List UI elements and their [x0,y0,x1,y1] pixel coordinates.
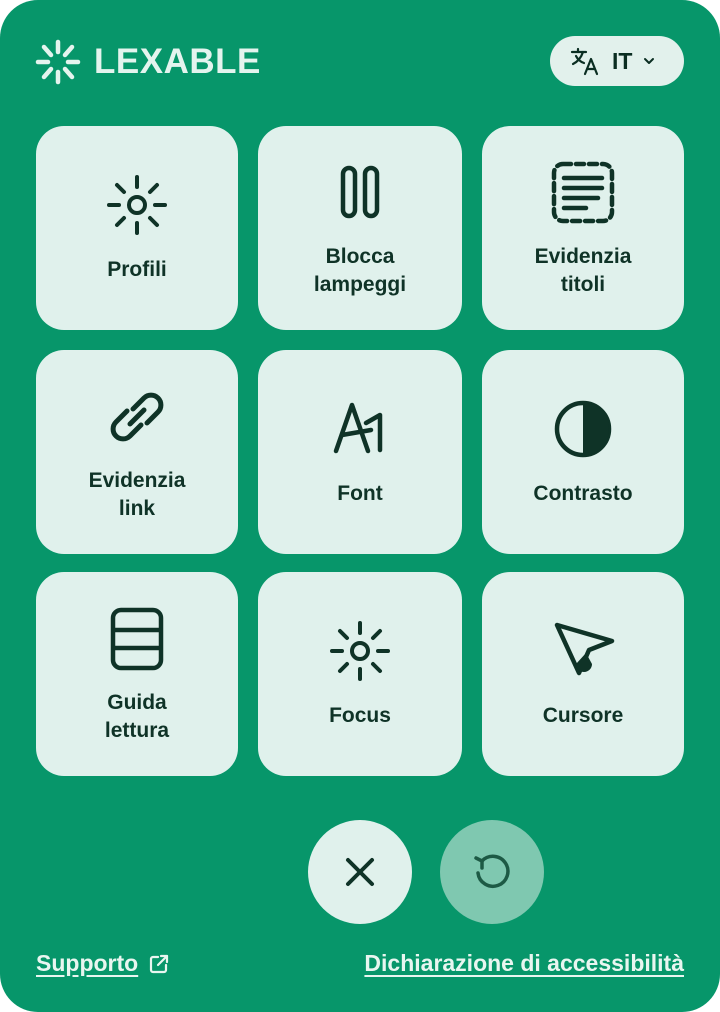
tile-label: Evidenzia titoli [534,245,632,296]
tile-profili[interactable]: Profili [36,126,238,330]
tile-cursore[interactable]: Cursore [482,572,684,776]
close-icon [346,858,374,886]
sun-icon [330,621,390,681]
link-icon [110,392,164,442]
reading-guide-icon [110,607,164,671]
tile-label: Focus [329,704,391,727]
language-selector[interactable]: IT [550,36,684,86]
support-link[interactable]: Supporto [36,950,170,977]
tile-label: Font [337,482,383,505]
reset-button[interactable] [440,820,544,924]
tile-label: Contrasto [533,482,633,505]
tile-contrasto[interactable]: Contrasto [482,350,684,554]
accessibility-panel: LEXABLE IT Profili Blocca lampeggi Evide… [0,0,720,1012]
sun-icon [107,175,167,235]
tile-font[interactable]: Font [258,350,462,554]
accessibility-declaration-link[interactable]: Dichiarazione di accessibilità [364,950,684,977]
close-button[interactable] [308,820,412,924]
tile-blocca-lampeggi[interactable]: Blocca lampeggi [258,126,462,330]
tile-label: Profili [107,258,167,281]
contrast-icon [554,400,612,458]
reset-icon [474,854,510,889]
tile-focus[interactable]: Focus [258,572,462,776]
font-icon [333,402,383,454]
external-link-icon [150,954,169,973]
support-label: Supporto [36,950,139,976]
tile-label: Blocca lampeggi [313,245,407,296]
heading-highlight-icon [551,161,615,224]
tile-label: Guida lettura [104,691,170,742]
tile-evidenzia-titoli[interactable]: Evidenzia titoli [482,126,684,330]
tile-evidenzia-link[interactable]: Evidenzia link [36,350,238,554]
translate-icon [570,47,599,76]
brand-name: LEXABLE [94,42,261,81]
cursor-icon [554,622,615,676]
pause-icon [340,165,380,219]
brand-logo: LEXABLE [34,38,261,86]
burst-logo-icon [35,39,81,85]
tile-guida-lettura[interactable]: Guida lettura [36,572,238,776]
tile-label: Cursore [542,704,624,727]
tile-label: Evidenzia link [88,469,186,520]
chevron-down-icon [644,58,655,64]
language-code: IT [612,47,633,74]
